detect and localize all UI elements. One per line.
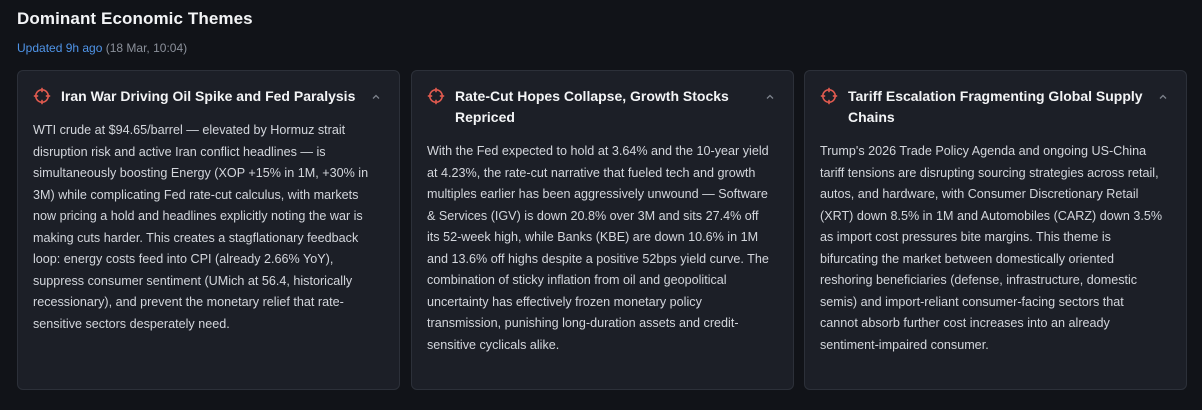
chevron-up-icon[interactable] — [1157, 91, 1169, 103]
updated-label: Updated 9h ago — [17, 41, 103, 55]
theme-cards: Iran War Driving Oil Spike and Fed Paral… — [17, 70, 1188, 392]
themes-panel: Dominant Economic Themes Updated 9h ago … — [0, 0, 1202, 410]
theme-card: Iran War Driving Oil Spike and Fed Paral… — [17, 70, 400, 390]
chevron-up-icon[interactable] — [370, 91, 382, 103]
theme-card-title: Iran War Driving Oil Spike and Fed Paral… — [61, 88, 356, 104]
chevron-up-icon[interactable] — [764, 91, 776, 103]
page-title: Dominant Economic Themes — [17, 9, 253, 28]
theme-card-title: Rate-Cut Hopes Collapse, Growth Stocks R… — [455, 88, 729, 125]
theme-card-body: With the Fed expected to hold at 3.64% a… — [427, 144, 769, 352]
theme-card-body: Trump's 2026 Trade Policy Agenda and ong… — [820, 144, 1163, 352]
updated-status: Updated 9h ago (18 Mar, 10:04) — [17, 41, 187, 55]
crosshair-icon — [33, 87, 51, 105]
crosshair-icon — [427, 87, 445, 105]
theme-card-body: WTI crude at $94.65/barrel — elevated by… — [33, 123, 369, 331]
theme-card: Rate-Cut Hopes Collapse, Growth Stocks R… — [411, 70, 794, 390]
theme-card: Tariff Escalation Fragmenting Global Sup… — [804, 70, 1187, 390]
updated-timestamp: (18 Mar, 10:04) — [105, 41, 188, 55]
crosshair-icon — [820, 87, 838, 105]
theme-card-title: Tariff Escalation Fragmenting Global Sup… — [848, 88, 1143, 125]
